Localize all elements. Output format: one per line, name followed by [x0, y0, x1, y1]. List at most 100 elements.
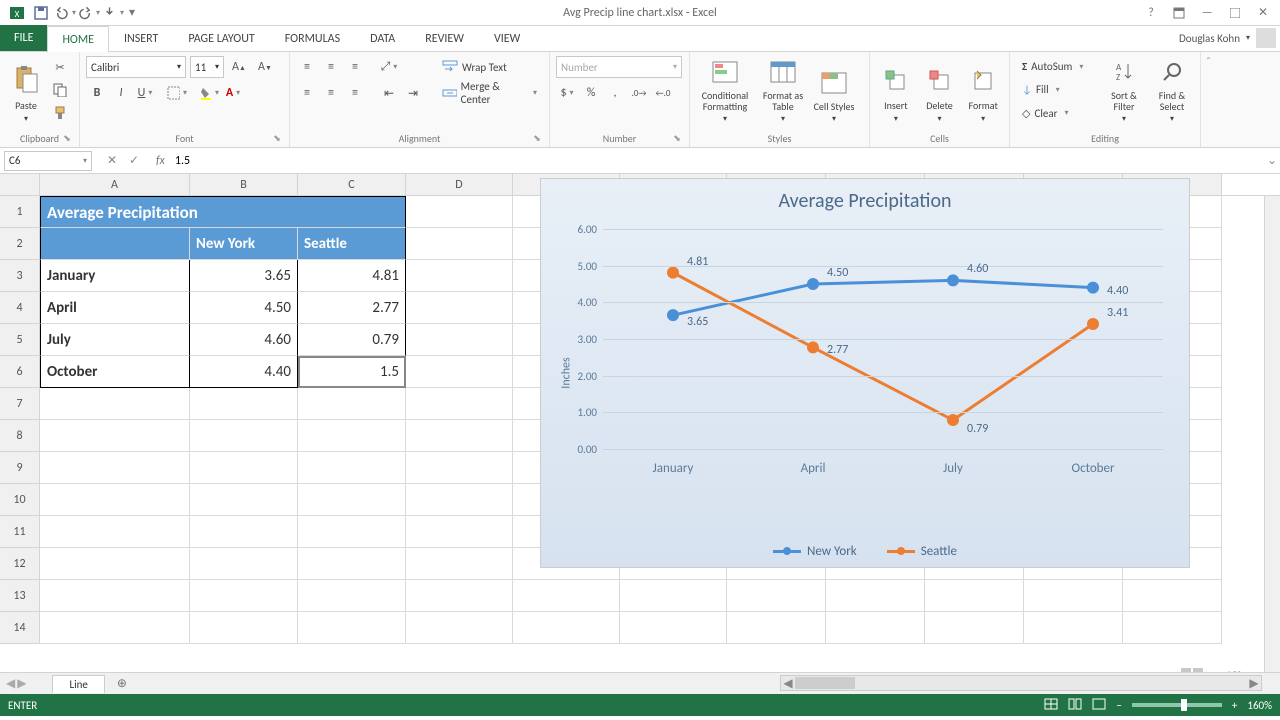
sheet-nav-next-icon[interactable]: ▶ — [17, 676, 26, 691]
cell[interactable]: 4.50 — [190, 292, 298, 324]
font-name-select[interactable]: Calibri▾ — [86, 56, 186, 78]
cell[interactable] — [40, 516, 190, 548]
chart-plot-area[interactable]: 0.001.002.003.004.005.006.00JanuaryApril… — [603, 229, 1163, 489]
zoom-out-icon[interactable]: − — [1116, 699, 1121, 712]
redo-icon[interactable] — [78, 2, 100, 24]
cell[interactable]: Seattle — [298, 228, 406, 260]
cell[interactable] — [620, 612, 727, 644]
align-center-icon[interactable]: ≡ — [320, 82, 342, 104]
help-icon[interactable]: ? — [1138, 3, 1164, 23]
cell[interactable]: July — [40, 324, 190, 356]
cell[interactable] — [190, 548, 298, 580]
excel-icon[interactable]: X — [6, 2, 28, 24]
horizontal-scrollbar[interactable]: ◀ ▶ — [780, 675, 1262, 691]
cell[interactable] — [513, 580, 620, 612]
cell[interactable] — [190, 580, 298, 612]
cancel-icon[interactable]: ✕ — [102, 151, 122, 171]
autosum-button[interactable]: Σ AutoSum — [1016, 56, 1098, 77]
cell[interactable] — [190, 452, 298, 484]
cell[interactable]: 3.65 — [190, 260, 298, 292]
new-sheet-icon[interactable]: ⊕ — [111, 675, 133, 693]
format-painter-icon[interactable] — [50, 103, 70, 123]
row-header[interactable]: 8 — [0, 420, 40, 452]
cell[interactable] — [1024, 580, 1123, 612]
insert-cells-button[interactable]: Insert▾ — [876, 56, 916, 124]
font-color-icon[interactable]: A — [222, 82, 244, 104]
cell[interactable] — [190, 484, 298, 516]
cell[interactable] — [298, 612, 406, 644]
conditional-formatting-button[interactable]: Conditional Formatting▾ — [696, 56, 754, 124]
align-right-icon[interactable]: ≡ — [344, 82, 366, 104]
cell[interactable]: April — [40, 292, 190, 324]
format-as-table-button[interactable]: Format as Table▾ — [758, 56, 808, 124]
align-left-icon[interactable]: ≡ — [296, 82, 318, 104]
cell[interactable]: 1.5 — [298, 356, 406, 388]
tab-review[interactable]: REVIEW — [410, 25, 479, 51]
orientation-icon[interactable]: ⤢ — [378, 56, 400, 78]
cell[interactable] — [406, 292, 513, 324]
cell[interactable] — [40, 420, 190, 452]
row-header[interactable]: 7 — [0, 388, 40, 420]
legend-seattle[interactable]: Seattle — [887, 544, 957, 559]
spreadsheet-grid[interactable]: ABCDEFGHIJK 1234567891011121314 Average … — [0, 174, 1280, 672]
row-header[interactable]: 1 — [0, 196, 40, 228]
number-format-select[interactable]: Number▾ — [556, 56, 682, 78]
shrink-font-icon[interactable]: A▼ — [254, 56, 276, 78]
grow-font-icon[interactable]: A▲ — [228, 56, 250, 78]
cell[interactable] — [40, 612, 190, 644]
cell[interactable] — [406, 388, 513, 420]
tab-formulas[interactable]: FORMULAS — [270, 25, 355, 51]
cell[interactable] — [40, 548, 190, 580]
cell[interactable] — [826, 612, 925, 644]
row-header[interactable]: 4 — [0, 292, 40, 324]
cell[interactable] — [298, 548, 406, 580]
italic-button[interactable]: I — [110, 82, 132, 104]
cell[interactable] — [406, 548, 513, 580]
cell[interactable] — [727, 580, 826, 612]
clear-button[interactable]: ◇ Clear — [1016, 103, 1098, 124]
view-page-layout-icon[interactable] — [1068, 698, 1082, 713]
cell[interactable] — [406, 420, 513, 452]
percent-icon[interactable]: % — [580, 82, 602, 104]
cell-styles-button[interactable]: Cell Styles▾ — [812, 56, 856, 124]
decrease-indent-icon[interactable]: ⇤ — [378, 82, 400, 104]
tab-home[interactable]: HOME — [47, 26, 109, 52]
cell[interactable] — [190, 516, 298, 548]
column-header[interactable]: D — [406, 174, 513, 195]
number-launcher-icon[interactable]: ⬊ — [671, 133, 683, 145]
column-header[interactable]: B — [190, 174, 298, 195]
cell[interactable]: 4.60 — [190, 324, 298, 356]
row-header[interactable]: 12 — [0, 548, 40, 580]
increase-indent-icon[interactable]: ⇥ — [402, 82, 424, 104]
cell[interactable]: 4.81 — [298, 260, 406, 292]
vertical-scrollbar[interactable] — [1264, 196, 1280, 672]
fill-button[interactable]: ↓ Fill — [1016, 79, 1098, 100]
cell[interactable] — [40, 388, 190, 420]
enter-icon[interactable]: ✓ — [124, 151, 144, 171]
alignment-launcher-icon[interactable]: ⬊ — [531, 133, 543, 145]
merge-center-button[interactable]: Merge & Center — [436, 82, 543, 104]
sort-filter-button[interactable]: AZ Sort & Filter▾ — [1102, 56, 1146, 124]
tab-view[interactable]: VIEW — [479, 25, 535, 51]
cell[interactable]: 2.77 — [298, 292, 406, 324]
cell[interactable] — [406, 356, 513, 388]
cell[interactable] — [298, 388, 406, 420]
zoom-slider[interactable] — [1132, 703, 1222, 707]
collapse-ribbon-icon[interactable]: ˆ — [1200, 52, 1216, 147]
cell[interactable] — [826, 580, 925, 612]
chart-title[interactable]: Average Precipitation — [541, 179, 1189, 223]
save-icon[interactable] — [30, 2, 52, 24]
tab-page-layout[interactable]: PAGE LAYOUT — [173, 25, 269, 51]
legend-new-york[interactable]: New York — [773, 544, 857, 559]
fill-color-icon[interactable] — [198, 82, 220, 104]
row-header[interactable]: 11 — [0, 516, 40, 548]
accounting-icon[interactable]: $ — [556, 82, 578, 104]
cell[interactable] — [925, 580, 1024, 612]
cell[interactable] — [925, 612, 1024, 644]
user-area[interactable]: Douglas Kohn▾ — [1179, 28, 1276, 48]
cell[interactable] — [190, 612, 298, 644]
row-header[interactable]: 14 — [0, 612, 40, 644]
row-header[interactable]: 3 — [0, 260, 40, 292]
tab-data[interactable]: DATA — [355, 25, 410, 51]
view-normal-icon[interactable] — [1044, 698, 1058, 713]
